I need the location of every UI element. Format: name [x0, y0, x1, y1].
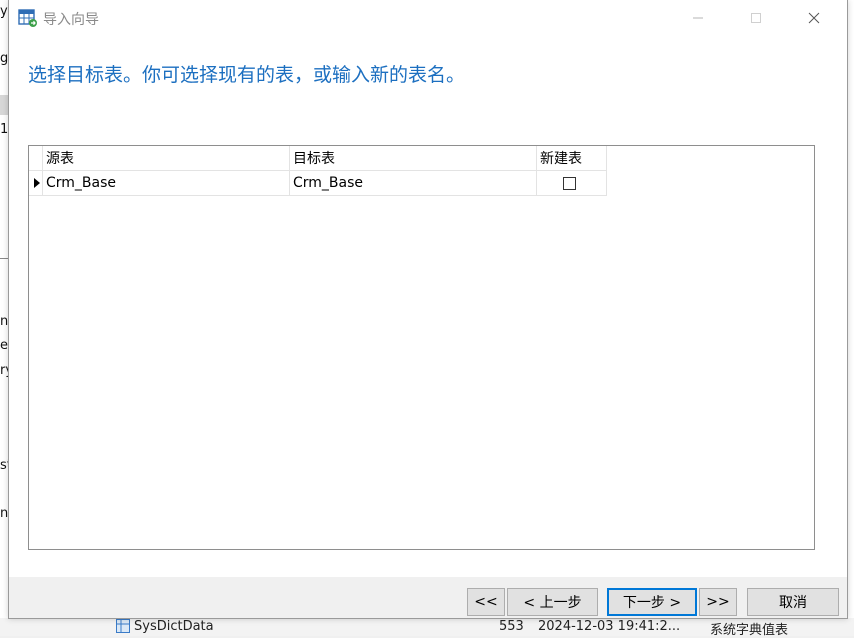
- minimize-icon: [693, 17, 703, 19]
- page-heading: 选择目标表。你可选择现有的表，或输入新的表名。: [28, 64, 466, 86]
- column-header-new-table[interactable]: 新建表: [537, 146, 607, 171]
- title-bar[interactable]: 导入向导: [9, 0, 847, 36]
- background-divider: [0, 258, 8, 259]
- grid-header-row: 源表 目标表 新建表: [29, 146, 607, 171]
- button-bar: << < 上一步 下一步 > >> 取消: [9, 577, 847, 618]
- current-row-arrow-icon: [34, 178, 40, 188]
- table-icon: [116, 619, 130, 637]
- new-table-cell[interactable]: [537, 171, 607, 196]
- close-icon: [808, 12, 820, 24]
- background-table-date: 2024-12-03 19:41:2...: [538, 619, 681, 634]
- next-step-button[interactable]: 下一步 >: [607, 588, 697, 616]
- row-selector[interactable]: [29, 171, 43, 196]
- maximize-icon: [751, 13, 761, 23]
- import-wizard-dialog: 导入向导 选择目标表。你可选择现有的表，或输入新的表名。 源表 目标表 新建表 …: [8, 0, 848, 619]
- column-header-source[interactable]: 源表: [43, 146, 290, 171]
- table-row[interactable]: Crm_Base Crm_Base: [29, 171, 607, 196]
- cancel-button[interactable]: 取消: [747, 588, 839, 616]
- table-mapping-grid: 源表 目标表 新建表 Crm_Base Crm_Base: [28, 145, 815, 550]
- background-text-fragment: y: [0, 4, 8, 19]
- row-header-corner: [29, 146, 43, 171]
- column-header-target[interactable]: 目标表: [290, 146, 537, 171]
- window-title: 导入向导: [43, 12, 99, 28]
- source-table-cell[interactable]: Crm_Base: [43, 171, 290, 196]
- background-selected-row: [0, 95, 8, 115]
- new-table-checkbox[interactable]: [563, 176, 576, 190]
- background-text-fragment: n: [0, 506, 9, 521]
- minimize-button[interactable]: [675, 0, 721, 36]
- import-table-icon: [18, 8, 38, 28]
- first-step-button[interactable]: <<: [467, 588, 505, 616]
- background-table-count: 553: [499, 619, 524, 634]
- background-table-name: SysDictData: [134, 619, 214, 634]
- previous-step-button[interactable]: < 上一步: [507, 588, 598, 616]
- close-button[interactable]: [791, 0, 837, 36]
- last-step-button[interactable]: >>: [699, 588, 737, 616]
- background-table-desc: 系统字典值表: [710, 623, 789, 638]
- target-table-cell[interactable]: Crm_Base: [290, 171, 537, 196]
- background-table-row: SysDictData 553 2024-12-03 19:41:2... 系统…: [0, 618, 854, 638]
- background-text-fragment: n: [0, 314, 9, 329]
- maximize-button[interactable]: [733, 0, 779, 36]
